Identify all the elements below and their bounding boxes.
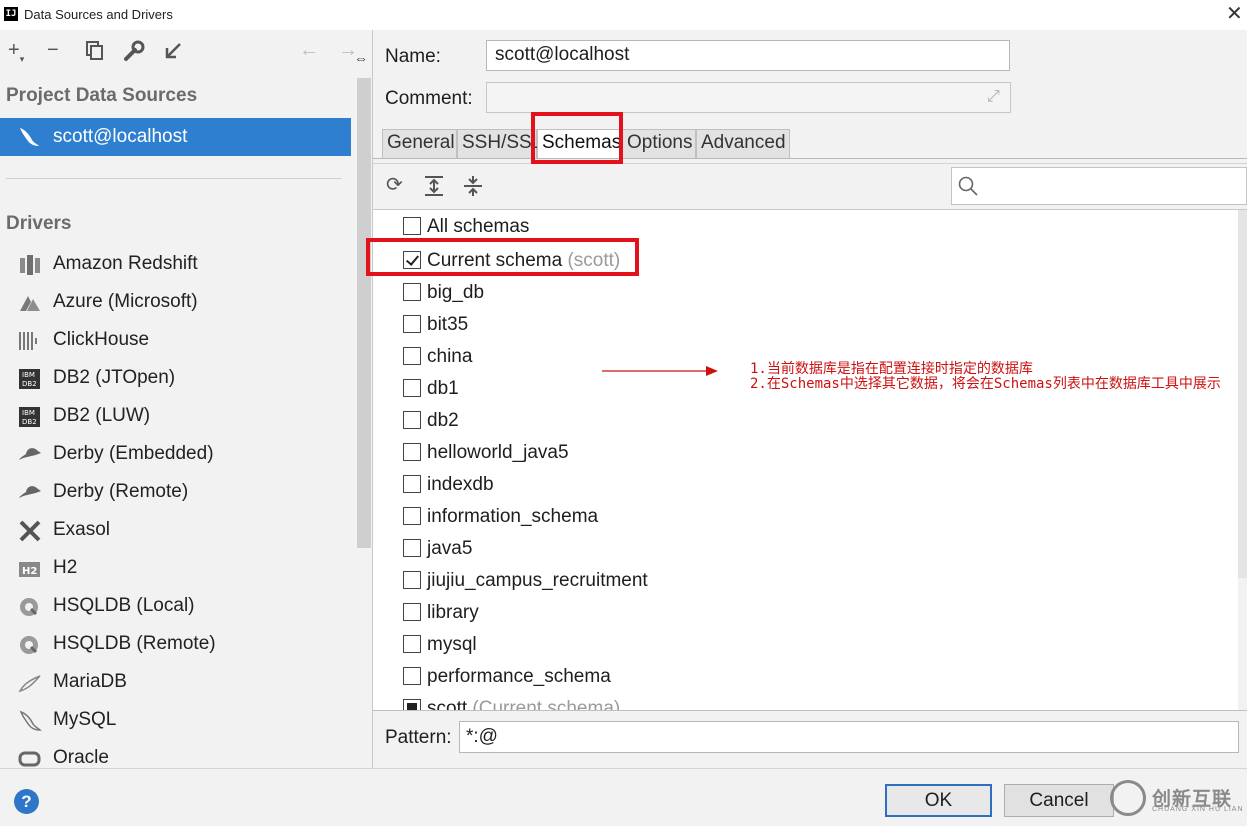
clickhouse-icon [18,330,42,352]
driver-item[interactable]: Derby (Embedded) [0,436,350,474]
driver-item[interactable]: MariaDB [0,664,350,702]
checkbox[interactable] [403,699,421,710]
annotation-text: 1.当前数据库是指在配置连接时指定的数据库 2.在Schemas中选择其它数据，… [750,362,1240,392]
wrench-icon[interactable] [123,40,145,67]
exasol-icon [18,520,42,542]
svg-text:IBM: IBM [22,371,35,379]
watermark-subtext: CHUANG XIN HU LIAN [1152,806,1244,813]
add-icon[interactable]: +▾ [8,38,24,71]
driver-item[interactable]: Oracle [0,740,350,768]
resize-handle-icon[interactable]: ⇔ [354,50,368,66]
tab-underline [373,158,1247,159]
drivers-header: Drivers [6,213,72,234]
checkbox[interactable] [403,379,421,397]
driver-item[interactable]: ClickHouse [0,322,350,360]
search-icon [958,176,978,196]
refresh-icon[interactable]: ⟳ [386,172,403,198]
watermark-logo-icon [1110,780,1146,816]
driver-item[interactable]: MySQL [0,702,350,740]
checkbox[interactable] [403,283,421,301]
checkbox[interactable] [403,507,421,525]
redshift-icon [18,254,42,276]
azure-icon [18,292,42,314]
driver-item[interactable]: IBM DB2 DB2 (JTOpen) [0,360,350,398]
checkbox[interactable] [403,475,421,493]
checkbox[interactable] [403,539,421,557]
window-title: Data Sources and Drivers [24,7,173,22]
checkbox[interactable] [403,443,421,461]
checkbox[interactable] [403,217,421,235]
tab-options[interactable]: Options [622,129,696,159]
highlight-box-schemas-tab [531,112,623,164]
h2-icon: H2 [18,558,42,580]
left-scrollbar[interactable] [357,78,371,548]
db2-icon: IBM DB2 [18,406,42,428]
expand-icon[interactable]: ⤢ [987,88,1000,106]
expand-all-icon[interactable] [424,175,444,202]
hsqldb-icon [18,596,42,618]
db2-icon: IBM DB2 [18,368,42,390]
help-button[interactable]: ? [14,789,39,814]
derby-hat-icon [18,444,42,466]
project-data-sources-header: Project Data Sources [6,85,198,106]
collapse-all-icon[interactable] [463,175,483,202]
derby-hat-icon [18,482,42,504]
close-icon[interactable]: ✕ [1226,3,1243,25]
duplicate-icon[interactable] [86,41,103,60]
mysql-dolphin-icon [16,126,42,148]
back-icon[interactable]: ← [299,38,319,62]
checkbox[interactable] [403,635,421,653]
list-scrollbar[interactable] [1238,210,1247,578]
hsqldb-icon [18,634,42,656]
import-icon[interactable] [162,40,184,67]
checkbox[interactable] [403,347,421,365]
driver-item[interactable]: Exasol [0,512,350,550]
driver-item[interactable]: Amazon Redshift [0,246,350,284]
name-label: Name: [385,46,441,67]
pattern-field[interactable]: *:@ [459,721,1239,753]
tab-underline [373,163,1247,164]
comment-field[interactable] [486,82,1011,113]
driver-item[interactable]: IBM DB2 DB2 (LUW) [0,398,350,436]
pattern-label: Pattern: [385,727,452,748]
annotation-line: 1.当前数据库是指在配置连接时指定的数据库 [750,361,1033,377]
driver-item[interactable]: HSQLDB (Remote) [0,626,350,664]
data-source-label: scott@localhost [53,126,188,147]
schema-list: All schemas Current schema (scott) big_d… [373,210,1238,710]
driver-item[interactable]: Azure (Microsoft) [0,284,350,322]
tab-ssh-ssl[interactable]: SSH/SSL [457,129,542,159]
annotation-line: 2.在Schemas中选择其它数据，将会在Schemas列表中在数据库工具中展示 [750,376,1221,392]
tab-advanced[interactable]: Advanced [696,129,790,159]
schema-search-input[interactable] [951,167,1247,205]
title-bar [0,0,1247,30]
checkbox[interactable] [403,315,421,333]
checkbox[interactable] [403,571,421,589]
mysql-icon [18,710,42,732]
name-field[interactable]: scott@localhost [486,40,1010,71]
tab-general[interactable]: General [382,129,457,159]
svg-text:DB2: DB2 [22,380,37,388]
svg-text:DB2: DB2 [22,418,37,426]
driver-item[interactable]: H2 H2 [0,550,350,588]
checkbox[interactable] [403,603,421,621]
highlight-box-current-schema [366,238,639,276]
mariadb-icon [18,672,42,694]
ok-button[interactable]: OK [885,784,992,817]
comment-label: Comment: [385,88,473,109]
svg-text:IBM: IBM [22,409,35,417]
divider [373,710,1247,711]
cancel-button[interactable]: Cancel [1004,784,1114,817]
driver-item[interactable]: HSQLDB (Local) [0,588,350,626]
checkbox[interactable] [403,411,421,429]
driver-item[interactable]: Derby (Remote) [0,474,350,512]
divider [6,178,342,179]
oracle-icon [18,748,42,768]
checkbox[interactable] [403,667,421,685]
svg-text:H2: H2 [22,566,37,577]
annotation-arrow [602,363,720,377]
remove-icon[interactable]: − [47,38,59,62]
app-icon: IJ [4,7,18,21]
